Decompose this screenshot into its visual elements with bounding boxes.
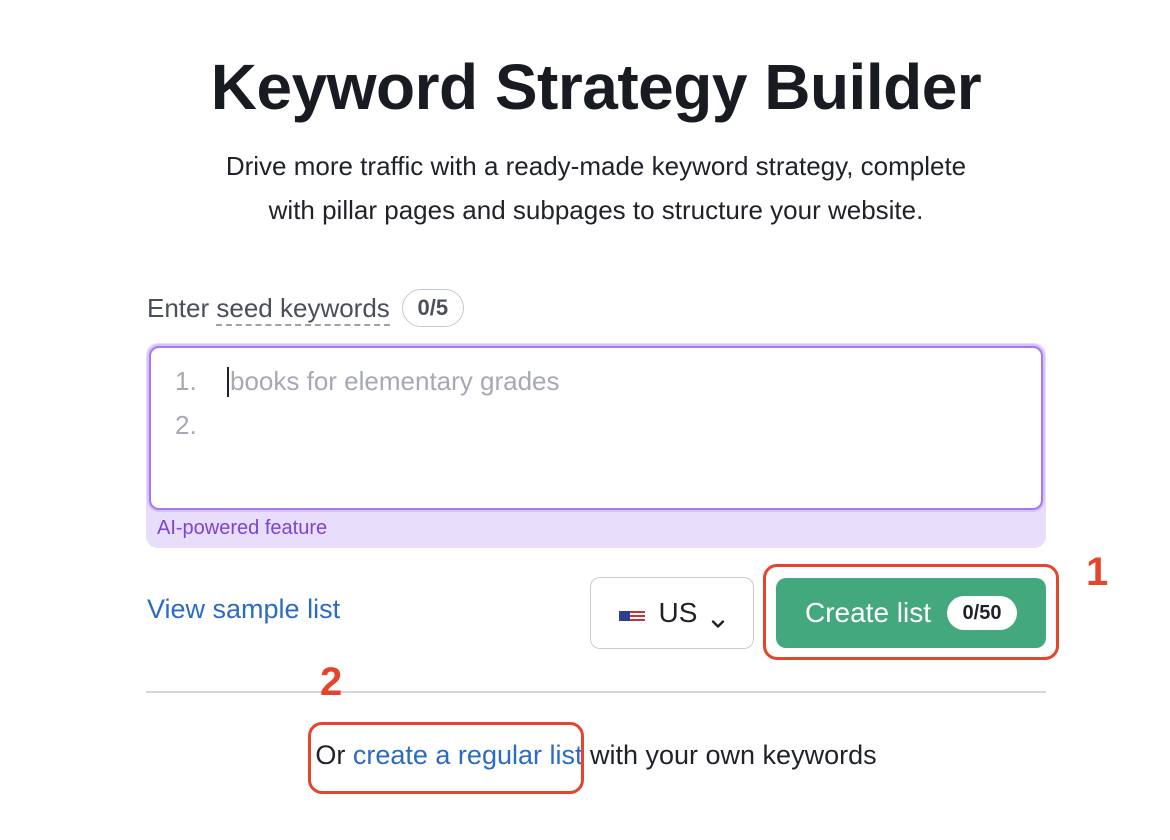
annotation-box-1 <box>763 564 1059 660</box>
seed-keywords-term[interactable]: seed keywords <box>216 292 390 326</box>
divider <box>146 691 1046 693</box>
line-number: 1. <box>175 366 197 396</box>
seed-counter-badge: 0/5 <box>401 289 464 327</box>
seed-label: Enter seed keywords <box>147 292 390 326</box>
keyword-strategy-page: Keyword Strategy Builder Drive more traf… <box>0 0 1170 840</box>
seed-placeholder: books for elementary grades <box>230 366 560 396</box>
seed-line-2: 2. <box>175 410 227 441</box>
seed-label-row: Enter seed keywords 0/5 <box>147 286 464 330</box>
subtitle-line-2: with pillar pages and subpages to struct… <box>268 195 924 225</box>
subtitle-line-1: Drive more traffic with a ready-made key… <box>225 151 967 181</box>
annotation-number-2: 2 <box>320 660 343 704</box>
country-code: US <box>658 597 698 628</box>
page-subtitle: Drive more traffic with a ready-made key… <box>146 144 1046 232</box>
country-select[interactable]: US <box>590 577 754 649</box>
seed-line-1: 1. books for elementary grades <box>175 366 560 397</box>
seed-keywords-input[interactable]: 1. books for elementary grades 2. <box>149 346 1043 510</box>
ai-feature-wrapper: 1. books for elementary grades 2. AI-pow… <box>146 343 1046 548</box>
text-caret <box>227 366 229 397</box>
regular-list-prompt: Or create a regular list with your own k… <box>0 740 1170 771</box>
regular-list-suffix: with your own keywords <box>582 740 877 770</box>
page-title: Keyword Strategy Builder <box>210 51 982 123</box>
seed-label-prefix: Enter <box>147 292 217 323</box>
view-sample-list-link[interactable]: View sample list <box>147 594 340 625</box>
chevron-down-icon <box>711 606 725 628</box>
us-flag-icon <box>618 604 645 622</box>
annotation-number-1: 1 <box>1086 550 1109 594</box>
annotation-box-2 <box>308 722 584 794</box>
ai-powered-label: AI-powered feature <box>157 517 328 539</box>
line-number: 2. <box>175 410 197 440</box>
